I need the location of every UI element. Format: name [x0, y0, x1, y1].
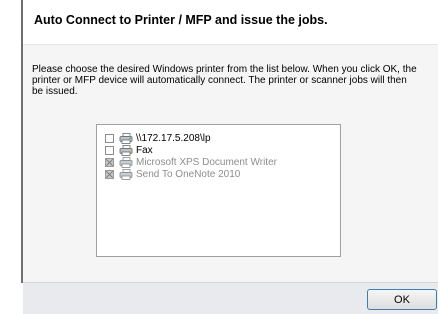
printer-xps-label: Microsoft XPS Document Writer [136, 156, 277, 168]
list-item-printer-lp[interactable]: \\172.17.5.208\lp [105, 132, 211, 144]
auto-connect-dialog: Auto Connect to Printer / MFP and issue … [0, 0, 438, 314]
printer-onenote-label: Send To OneNote 2010 [136, 168, 241, 180]
list-item-printer-onenote: Send To OneNote 2010 [105, 168, 240, 180]
instructions-text: Please choose the desired Windows printe… [32, 64, 417, 97]
dialog-footer: OK [23, 282, 438, 314]
dialog-title: Auto Connect to Printer / MFP and issue … [34, 13, 328, 27]
dialog-body: Please choose the desired Windows printe… [23, 45, 438, 282]
printer-lp-checkbox[interactable] [105, 133, 114, 143]
printer-icon [119, 168, 133, 180]
dialog-header: Auto Connect to Printer / MFP and issue … [23, 0, 438, 45]
printer-fax-checkbox[interactable] [105, 145, 114, 155]
printer-xps-checkbox [105, 157, 114, 167]
printer-onenote-checkbox [105, 169, 114, 179]
ok-button[interactable]: OK [367, 289, 437, 310]
printer-list[interactable]: \\172.17.5.208\lp Fax Microsoft XPS Docu… [96, 124, 341, 257]
printer-icon [119, 132, 133, 144]
printer-icon [119, 156, 133, 168]
fax-printer-icon [119, 144, 133, 156]
printer-lp-label: \\172.17.5.208\lp [136, 132, 211, 144]
list-item-printer-fax[interactable]: Fax [105, 144, 153, 156]
printer-fax-label: Fax [136, 144, 153, 156]
list-item-printer-xps: Microsoft XPS Document Writer [105, 156, 277, 168]
